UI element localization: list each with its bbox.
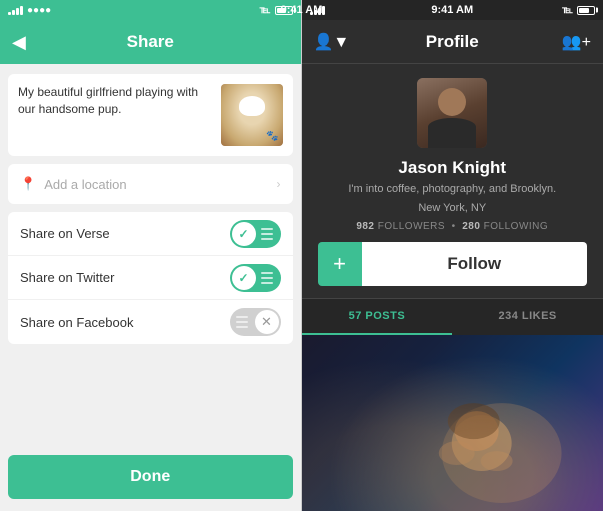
status-left: ●●●● <box>8 5 51 16</box>
post-text: My beautiful girlfriend playing with our… <box>18 84 213 118</box>
profile-info-section: Jason Knight I'm into coffee, photograph… <box>302 64 603 298</box>
photo-overlay <box>302 335 603 511</box>
carrier: ●●●● <box>27 5 51 16</box>
spacer <box>0 344 301 455</box>
profile-panel: 9:41 AM ℡ 👤▼ Profile 👥+ Jason Knight I'm… <box>302 0 603 511</box>
avatar-head <box>438 88 466 116</box>
plus-button[interactable]: + <box>318 242 362 286</box>
profile-nav-bar: 👤▼ Profile 👥+ <box>302 20 603 64</box>
avatar-silhouette <box>417 78 487 148</box>
follow-action-row: + Follow <box>318 242 588 286</box>
facebook-toggle[interactable]: ✕ <box>230 308 281 336</box>
right-battery-icon <box>577 6 595 15</box>
dog-thumbnail <box>221 84 283 146</box>
right-time: 9:41 AM <box>431 4 473 16</box>
location-placeholder: Add a location <box>44 177 276 192</box>
share-title: Share <box>127 32 174 52</box>
tab-likes-label: 234 LIKES <box>498 310 556 322</box>
avatar <box>417 78 487 148</box>
profile-location: New York, NY <box>418 201 486 216</box>
following-count: 280 <box>462 221 480 232</box>
followers-label: FOLLOWERS <box>378 221 445 232</box>
share-twitter-label: Share on Twitter <box>20 270 230 285</box>
add-friend-icon[interactable]: 👥+ <box>562 32 591 52</box>
done-label: Done <box>130 468 170 486</box>
toggle-off-lines <box>232 316 252 328</box>
toggle-check-icon: ✓ <box>232 266 256 290</box>
tab-posts[interactable]: 57 POSTS <box>302 299 453 335</box>
share-facebook-label: Share on Facebook <box>20 315 230 330</box>
followers-count: 982 <box>356 221 374 232</box>
photo-grid[interactable] <box>302 335 603 511</box>
tab-posts-label: 57 POSTS <box>349 310 406 322</box>
left-status-bar: ●●●● 9:41 AM ℡ <box>0 0 301 20</box>
battery-icon <box>275 6 293 15</box>
share-options-list: Share on Verse ✓ Share on Twitter ✓ <box>8 212 293 344</box>
profile-tabs: 57 POSTS 234 LIKES <box>302 298 603 335</box>
profile-icon-left[interactable]: 👤▼ <box>314 32 350 52</box>
toggle-lines <box>258 272 276 284</box>
profile-title: Profile <box>426 32 479 52</box>
profile-name: Jason Knight <box>398 158 506 178</box>
right-bluetooth-icon: ℡ <box>562 5 573 16</box>
follow-label: Follow <box>447 254 501 274</box>
avatar-body <box>428 118 476 148</box>
share-facebook-row: Share on Facebook ✕ <box>8 300 293 344</box>
share-nav-bar: ◀ Share <box>0 20 301 64</box>
verse-toggle[interactable]: ✓ <box>230 220 281 248</box>
toggle-x-icon: ✕ <box>255 310 279 334</box>
profile-bio: I'm into coffee, photography, and Brookl… <box>348 182 556 197</box>
photo-background <box>302 335 603 511</box>
done-button[interactable]: Done <box>8 455 293 499</box>
tab-likes[interactable]: 234 LIKES <box>452 299 603 335</box>
status-right: ℡ <box>260 5 293 16</box>
chevron-right-icon: › <box>277 177 281 191</box>
share-verse-label: Share on Verse <box>20 226 230 241</box>
location-pin-icon: 📍 <box>20 176 36 192</box>
follow-button[interactable]: Follow <box>362 242 588 286</box>
share-twitter-row: Share on Twitter ✓ <box>8 256 293 300</box>
right-status-right: ℡ <box>562 5 595 16</box>
back-button[interactable]: ◀ <box>12 32 26 53</box>
toggle-lines <box>258 228 276 240</box>
profile-stats: 982 FOLLOWERS • 280 FOLLOWING <box>356 221 548 232</box>
twitter-toggle[interactable]: ✓ <box>230 264 281 292</box>
avatar-image <box>417 78 487 148</box>
right-status-bar: 9:41 AM ℡ <box>302 0 603 20</box>
add-location-row[interactable]: 📍 Add a location › <box>8 164 293 204</box>
plus-icon: + <box>333 251 346 277</box>
following-label: FOLLOWING <box>484 221 549 232</box>
bluetooth-icon: ℡ <box>260 5 271 16</box>
toggle-check-icon: ✓ <box>232 222 256 246</box>
dog-photo <box>221 84 283 146</box>
signal-icon <box>8 5 23 15</box>
share-verse-row: Share on Verse ✓ <box>8 212 293 256</box>
post-preview-card: My beautiful girlfriend playing with our… <box>8 74 293 156</box>
share-panel: ●●●● 9:41 AM ℡ ◀ Share My beautiful girl… <box>0 0 301 511</box>
